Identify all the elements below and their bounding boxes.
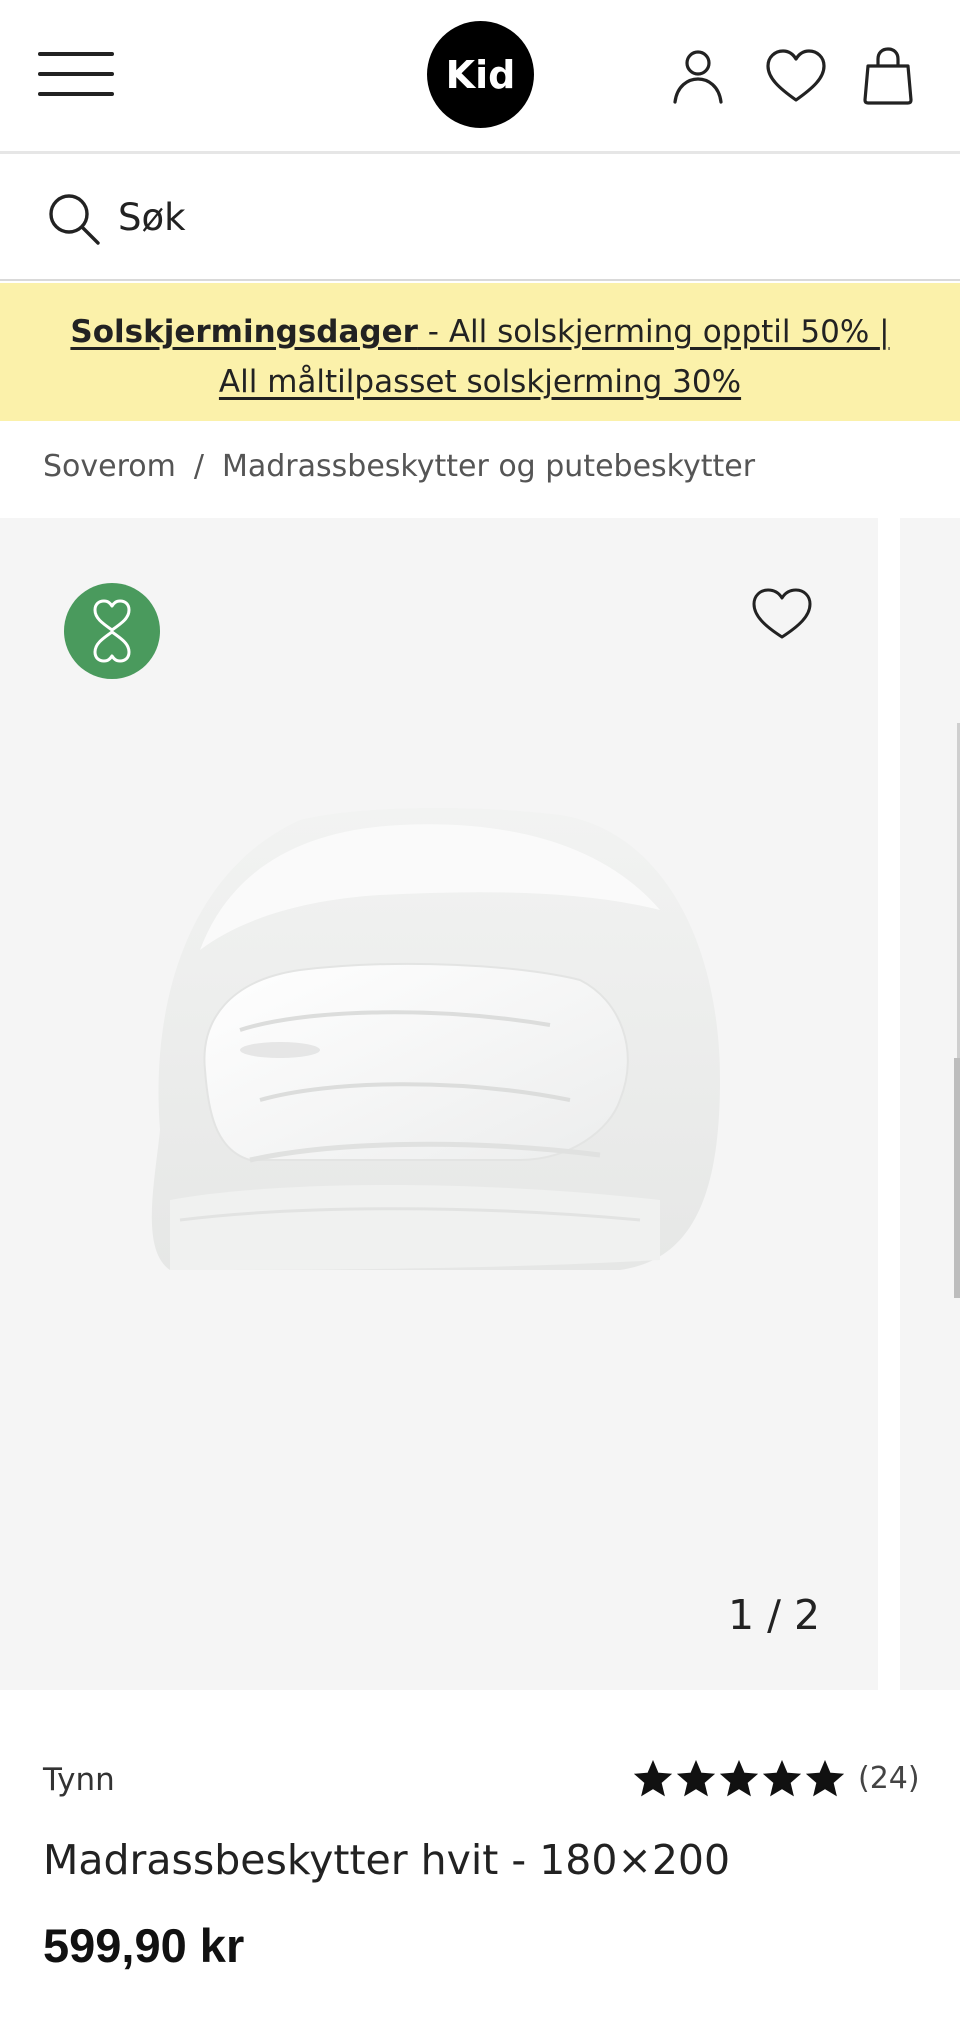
product-rating[interactable]: (24) bbox=[634, 1756, 920, 1802]
hamburger-menu-icon[interactable] bbox=[38, 52, 114, 98]
star-icon bbox=[806, 1760, 844, 1797]
folded-white-towel-image bbox=[100, 800, 780, 1400]
search-icon[interactable] bbox=[46, 191, 102, 247]
rating-count: (24) bbox=[858, 1761, 920, 1796]
next-slide-preview[interactable] bbox=[900, 518, 960, 1690]
promo-link-text[interactable]: - All solskjerming opptil 50% bbox=[418, 314, 879, 350]
star-icon bbox=[763, 1760, 801, 1797]
breadcrumb-item-soverom[interactable]: Soverom bbox=[43, 449, 176, 484]
logo-text: Kid bbox=[445, 52, 516, 97]
breadcrumb: Soverom / Madrassbeskytter og putebeskytte… bbox=[43, 445, 755, 489]
product-title: Madrassbeskytter hvit - 180×200 bbox=[43, 1836, 731, 1884]
breadcrumb-separator: / bbox=[193, 449, 204, 484]
star-icon bbox=[720, 1760, 758, 1797]
user-icon[interactable] bbox=[668, 46, 728, 106]
promo-banner: Solskjermingsdager - All solskjerming op… bbox=[0, 283, 960, 421]
slide-counter: 1 / 2 bbox=[728, 1591, 821, 1639]
heart-icon[interactable] bbox=[765, 46, 827, 106]
product-variant: Tynn bbox=[43, 1762, 115, 1798]
promo-link-bold[interactable]: Solskjermingsdager bbox=[70, 314, 418, 350]
product-price: 599,90 kr bbox=[43, 1919, 245, 1972]
site-header: Kid bbox=[0, 0, 960, 154]
star-icon bbox=[677, 1760, 715, 1797]
rating-stars bbox=[634, 1760, 844, 1798]
search-input[interactable]: Søk bbox=[118, 196, 186, 240]
shopping-bag-icon[interactable] bbox=[862, 46, 914, 106]
kid-logo[interactable]: Kid bbox=[427, 21, 534, 128]
eco-hearts-icon bbox=[64, 583, 160, 679]
star-icon bbox=[634, 1760, 672, 1797]
favorite-heart-icon[interactable] bbox=[750, 586, 814, 642]
breadcrumb-item-category[interactable]: Madrassbeskytter og putebeskytter bbox=[222, 449, 755, 484]
